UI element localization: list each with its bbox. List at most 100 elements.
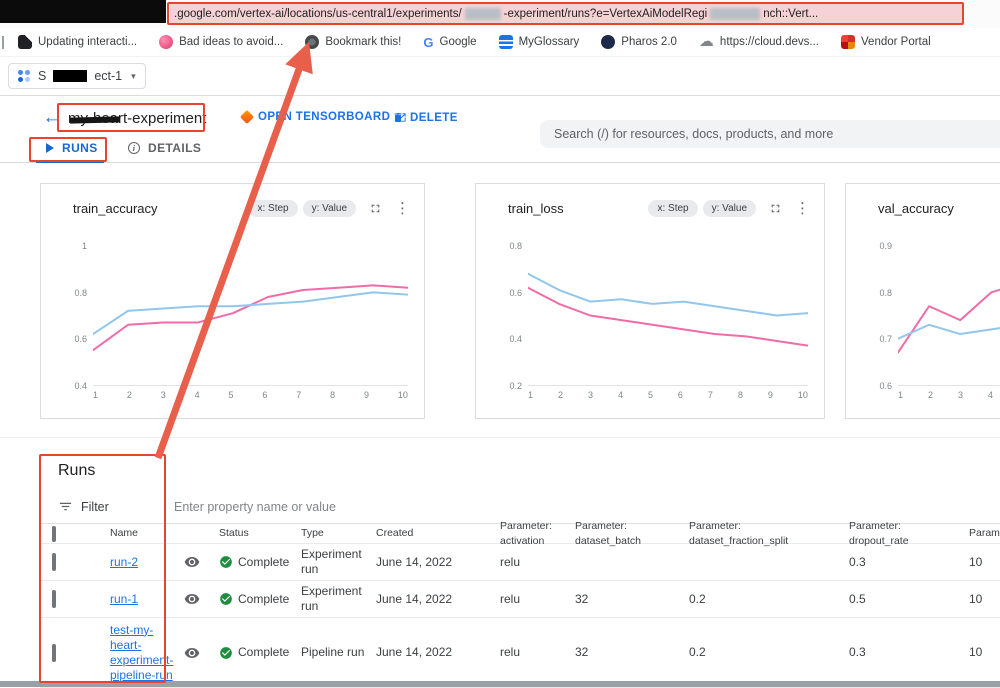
filter-label: Filter: [81, 500, 109, 514]
param-fraction-split: 0.2: [681, 645, 841, 660]
eye-icon: [184, 645, 200, 661]
created-cell: June 14, 2022: [368, 645, 492, 660]
document-icon: [18, 35, 32, 49]
chart-title: val_accuracy: [878, 201, 954, 216]
delete-label: DELETE: [410, 112, 458, 124]
fullscreen-button[interactable]: [369, 202, 382, 215]
table-row: test-my-heart-experiment-pipeline-run Co…: [40, 618, 1000, 688]
project-selector[interactable]: S ect-1 ▾: [8, 63, 146, 89]
table-row: run-2 Complete Experiment run June 14, 2…: [40, 544, 1000, 581]
trash-icon: [392, 111, 404, 124]
param-dataset-batch: 32: [567, 645, 681, 660]
back-button[interactable]: ←: [40, 106, 64, 130]
visibility-toggle[interactable]: [184, 554, 211, 570]
open-tensorboard-label: OPEN TENSORBOARD: [258, 111, 390, 123]
url-bar[interactable]: .google.com/vertex-ai/locations/us-centr…: [170, 4, 962, 23]
redaction-box: [0, 0, 166, 23]
redaction-box: [53, 70, 87, 82]
col-name: Name: [106, 526, 176, 541]
chart-title: train_loss: [508, 201, 564, 216]
col-status: Status: [211, 526, 293, 541]
active-tab-indicator: [36, 160, 104, 163]
url-text-3: nch::Vert...: [763, 8, 818, 20]
bookmark-label: Pharos 2.0: [621, 36, 677, 48]
filter-input[interactable]: [172, 499, 596, 515]
col-param-activation: Parameter: activation: [492, 519, 567, 549]
play-icon: [46, 143, 54, 153]
x-axis-chip[interactable]: x: Step: [648, 200, 697, 217]
select-all-checkbox[interactable]: [52, 526, 56, 542]
status-cell: Complete: [211, 645, 293, 660]
row-checkbox[interactable]: [52, 644, 56, 662]
row-checkbox[interactable]: [52, 590, 56, 608]
tab-runs-label: RUNS: [62, 141, 98, 155]
fullscreen-icon: [369, 202, 382, 215]
run-link[interactable]: run-1: [110, 592, 138, 606]
y-axis-labels: 0.90.80.70.6: [856, 241, 892, 391]
cloud-logo-icon: [18, 70, 31, 83]
pink-ball-icon: [159, 35, 173, 49]
eye-icon: [184, 591, 200, 607]
param-more: 10: [961, 592, 1000, 607]
run-link[interactable]: test-my-heart-experiment-pipeline-run: [110, 623, 173, 682]
created-cell: June 14, 2022: [368, 555, 492, 570]
search-input[interactable]: [540, 120, 1000, 148]
tab-details[interactable]: i DETAILS: [128, 141, 201, 155]
col-param-dropout-rate: Parameter: dropout_rate: [841, 519, 961, 549]
filter-icon: [58, 499, 73, 514]
bookmark-updating[interactable]: Updating interacti...: [18, 35, 137, 49]
more-options-button[interactable]: ⋮: [395, 202, 410, 216]
eye-icon: [184, 554, 200, 570]
check-circle-icon: [219, 646, 233, 660]
table-row: run-1 Complete Experiment run June 14, 2…: [40, 581, 1000, 618]
bookmark-vendor-portal[interactable]: Vendor Portal: [841, 35, 931, 49]
x-axis-chip[interactable]: x: Step: [248, 200, 297, 217]
fullscreen-icon: [769, 202, 782, 215]
visibility-toggle[interactable]: [184, 645, 211, 661]
bookmark-myglossary[interactable]: MyGlossary: [499, 35, 580, 49]
tab-details-label: DETAILS: [148, 141, 201, 155]
open-tensorboard-link[interactable]: OPEN TENSORBOARD: [242, 111, 407, 123]
chart-title: train_accuracy: [73, 201, 158, 216]
status-label: Complete: [238, 555, 289, 570]
bookmark-label: MyGlossary: [519, 36, 580, 48]
tab-runs[interactable]: RUNS: [46, 141, 98, 155]
table-header-row: Name Status Type Created Parameter: acti…: [40, 523, 1000, 544]
param-dropout-rate: 0.5: [841, 592, 961, 607]
blue-square-icon: [499, 35, 513, 49]
bookmark-bad-ideas[interactable]: Bad ideas to avoid...: [159, 35, 283, 49]
project-name-prefix: S: [38, 69, 46, 83]
url-text-2: -experiment/runs?e=VertexAiModelRegi: [504, 8, 708, 20]
info-icon: i: [128, 142, 140, 154]
param-fraction-split: 0.2: [681, 592, 841, 607]
chart-plot-area: 0.80.60.40.2 12345678910: [486, 246, 808, 386]
line-chart: [528, 246, 808, 385]
bookmark-pharos[interactable]: Pharos 2.0: [601, 35, 677, 49]
bookmark-cloud-devs[interactable]: ☁ https://cloud.devs...: [699, 35, 819, 49]
filter-bar: Filter: [58, 499, 109, 514]
line-chart: [93, 246, 408, 385]
param-more: 10: [961, 645, 1000, 660]
bookmark-google[interactable]: G Google: [423, 35, 476, 49]
line-chart: [898, 246, 1000, 385]
y-axis-chip[interactable]: y: Value: [703, 200, 756, 217]
more-options-button[interactable]: ⋮: [795, 202, 810, 216]
url-text-1: .google.com/vertex-ai/locations/us-centr…: [174, 8, 462, 20]
visibility-toggle[interactable]: [184, 591, 211, 607]
fullscreen-button[interactable]: [769, 202, 782, 215]
status-cell: Complete: [211, 592, 293, 607]
chevron-down-icon: ▾: [131, 71, 136, 82]
x-axis-labels: 12345678910: [93, 390, 408, 400]
delete-button[interactable]: DELETE: [392, 111, 458, 124]
bookmark-bookmark-this[interactable]: Bookmark this!: [305, 35, 401, 49]
col-param-fraction-split: Parameter: dataset_fraction_split: [681, 519, 841, 549]
tensorboard-icon: [240, 110, 254, 124]
google-g-icon: G: [423, 35, 433, 49]
run-link[interactable]: run-2: [110, 555, 138, 569]
param-dropout-rate: 0.3: [841, 645, 961, 660]
chart-plot-area: 0.90.80.70.6 12345678910: [856, 246, 1000, 386]
y-axis-chip[interactable]: y: Value: [303, 200, 356, 217]
row-checkbox[interactable]: [52, 553, 56, 571]
y-axis-labels: 0.80.60.40.2: [486, 241, 522, 391]
runs-table: Name Status Type Created Parameter: acti…: [40, 523, 1000, 688]
